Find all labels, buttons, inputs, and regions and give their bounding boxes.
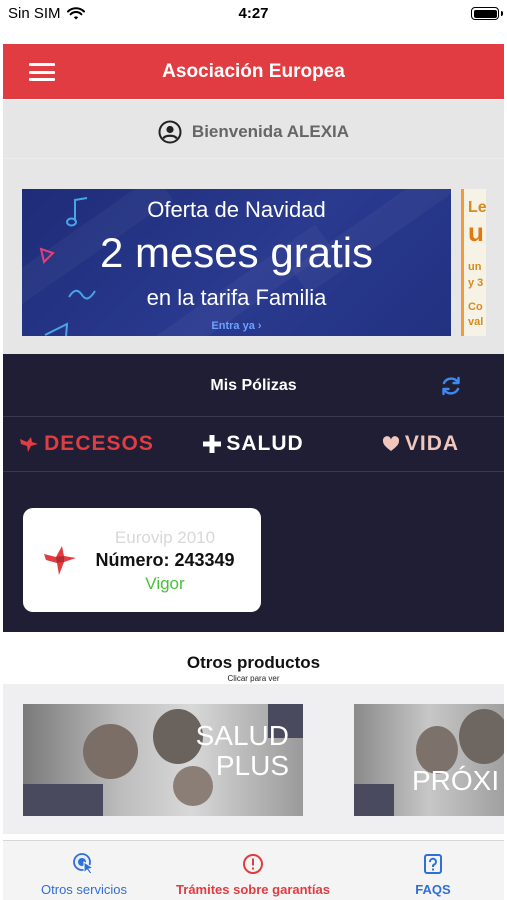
tab-label: DECESOS [44,432,154,455]
policy-number: Número: 243349 [95,550,235,570]
tab-tramites-garantias[interactable]: Trámites sobre garantías [168,853,338,897]
user-circle-icon [158,120,182,144]
product-title-line2: PLUS [215,750,289,781]
refresh-icon[interactable] [439,374,463,398]
banner-next-text: un [468,261,482,273]
dove-icon [20,437,39,452]
question-icon [424,854,442,874]
navbar: Asociación Europea [3,44,504,99]
banner-next-text: u [468,217,484,247]
banner-cta-link[interactable]: Entra ya › [22,320,451,332]
promo-banner[interactable]: Oferta de Navidad 2 meses gratis en la t… [22,189,451,336]
page-title: Asociación Europea [162,61,345,82]
other-products-title: Otros productos [186,653,321,672]
banner-next-text: y 3 [468,277,484,289]
product-card-salud-plus[interactable]: SALUD PLUS [23,704,303,816]
banner-next-text: Le [468,199,486,216]
policy-card[interactable]: Eurovip 2010 Número: 243349 Vigor [23,508,261,612]
alert-circle-icon [243,854,263,874]
status-bar: Sin SIM 4:27 [0,0,507,30]
status-time: 4:27 [238,5,269,22]
policy-tabs: DECESOS SALUD VIDA [3,417,504,471]
banner-line3: en la tarifa Familia [146,285,327,310]
banner-next-text: val [468,316,484,328]
welcome-row: Bienvenida ALEXIA [3,119,504,145]
product-card-proximo[interactable]: PRÓXI [354,704,504,816]
tab-label: SALUD [226,432,304,455]
products-carousel[interactable]: SALUD PLUS PRÓXI [3,684,504,834]
tab-faqs[interactable]: FAQS [398,853,468,897]
bottom-tab-bar: Otros servicios Trámites sobre garantías… [3,840,504,900]
tab-label: Trámites sobre garantías [176,882,330,897]
dove-icon [44,546,76,575]
tab-salud[interactable]: SALUD [170,417,337,471]
divider [3,158,504,159]
policies-section: Mis Pólizas DECESOS SALUD VIDA Eurovip 2… [3,354,504,632]
promo-banner-next-body: Le u un y 3 Co val [464,189,486,336]
tab-label: VIDA [404,432,460,455]
policies-title: Mis Pólizas [210,377,297,394]
tab-vida[interactable]: VIDA [337,417,504,471]
touch-icon [73,853,95,875]
app-root: Asociación Europea Bienvenida ALEXIA Ofe… [3,44,504,900]
promo-banner-next[interactable]: Le u un y 3 Co val [461,189,486,336]
policy-status: Vigor [145,574,185,593]
tab-otros-servicios[interactable]: Otros servicios [23,853,145,897]
tab-label: FAQS [415,882,451,897]
other-products-subtitle: Clicar para ver [227,674,280,683]
product-title-line1: PRÓXI [412,765,500,796]
tab-decesos[interactable]: DECESOS [3,417,170,471]
banner-line1: Oferta de Navidad [147,197,326,222]
plus-icon [203,435,222,453]
divider [3,471,504,472]
product-title-line1: SALUD [195,720,289,751]
banner-headline: 2 meses gratis [99,229,374,276]
battery-icon [471,7,499,20]
banner-next-text: Co [468,301,483,313]
heart-icon [382,436,399,451]
tab-label: Otros servicios [41,882,127,897]
policy-name: Eurovip 2010 [114,528,216,547]
welcome-text: Bienvenida ALEXIA [191,122,350,141]
